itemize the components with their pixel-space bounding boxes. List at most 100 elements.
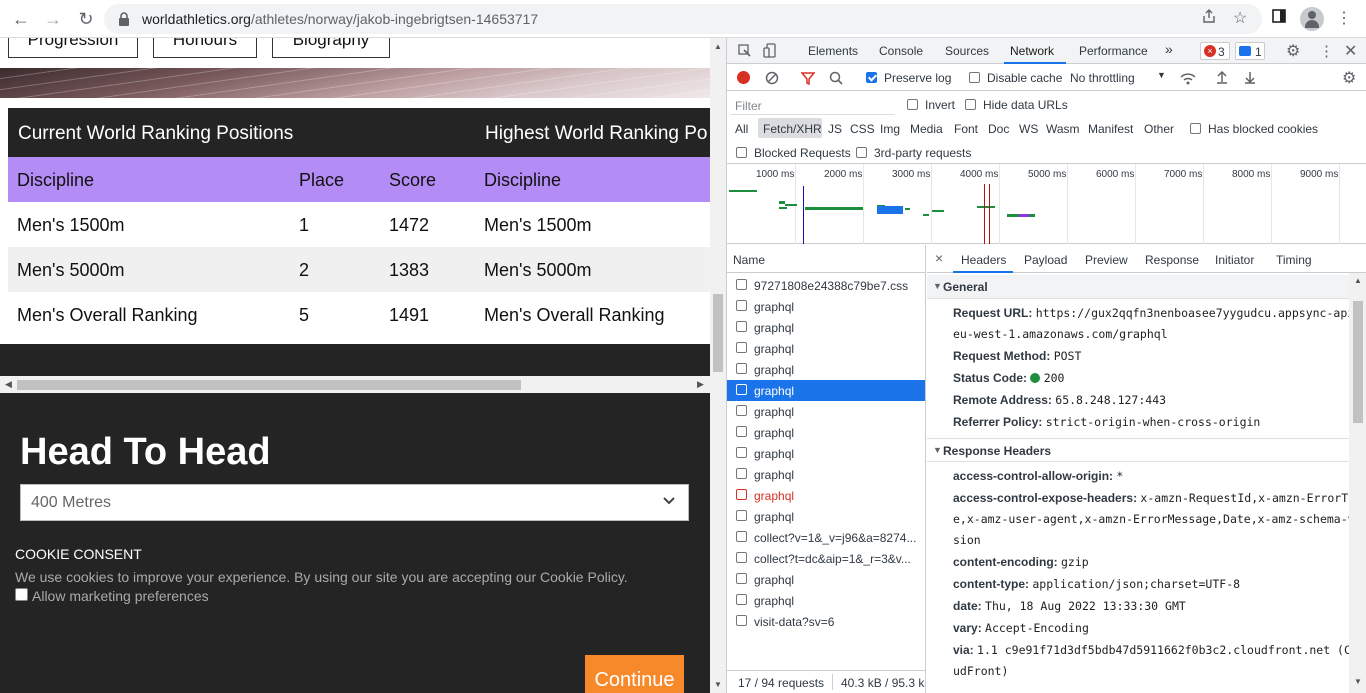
tab-performance[interactable]: Performance [1079,44,1148,58]
network-conditions-icon[interactable] [1179,70,1197,86]
third-party-checkbox[interactable] [856,147,867,158]
list-item[interactable]: graphql [727,422,925,443]
list-item[interactable]: graphql [727,359,925,380]
preserve-log-checkbox[interactable] [866,72,877,83]
list-item[interactable]: graphql [727,338,925,359]
list-item[interactable]: graphql [727,296,925,317]
filter-icon[interactable] [801,71,815,85]
filter-type-all[interactable]: All [735,122,748,136]
side-panel-icon[interactable] [1268,8,1290,30]
back-icon[interactable]: ← [10,8,32,30]
filter-type-css[interactable]: CSS [850,122,875,136]
bookmark-star-icon[interactable]: ☆ [1229,8,1251,30]
tab-timing[interactable]: Timing [1276,253,1312,267]
scrollbar-thumb[interactable] [713,294,723,372]
marketing-preferences-checkbox[interactable] [15,588,28,601]
list-item[interactable]: visit-data?sv=6 [727,611,925,632]
event-select[interactable]: 400 Metres [20,484,689,521]
list-item[interactable]: collect?t=dc&aip=1&_r=3&v... [727,548,925,569]
filter-type-manifest[interactable]: Manifest [1088,122,1133,136]
list-item[interactable]: graphql [727,590,925,611]
tab-honours[interactable]: Honours [153,38,257,58]
close-devtools-icon[interactable]: ✕ [1344,41,1357,61]
list-item[interactable]: graphql [727,464,925,485]
throttling-select[interactable]: No throttling [1070,71,1135,85]
invert-checkbox[interactable] [907,99,918,110]
list-item[interactable]: graphql [727,506,925,527]
detail-vertical-scrollbar[interactable]: ▲ ▼ [1349,273,1366,693]
reload-icon[interactable]: ↻ [75,8,97,30]
general-section-header[interactable]: ▼ General [927,275,1349,299]
filter-type-doc[interactable]: Doc [988,122,1009,136]
tab-response[interactable]: Response [1145,253,1199,267]
preserve-log-label: Preserve log [884,71,952,85]
filter-input[interactable]: Filter [731,95,895,115]
settings-gear-icon[interactable]: ⚙ [1286,41,1300,61]
tab-headers[interactable]: Headers [961,253,1006,267]
tab-initiator[interactable]: Initiator [1215,253,1254,267]
filter-type-js[interactable]: JS [828,122,842,136]
network-settings-gear-icon[interactable]: ⚙ [1342,68,1356,88]
list-item[interactable]: graphql [727,443,925,464]
scroll-up-icon[interactable]: ▲ [714,42,722,51]
forward-icon[interactable]: → [42,8,64,30]
device-toolbar-icon[interactable] [763,43,777,59]
inspect-element-icon[interactable] [738,44,752,58]
disable-cache-checkbox[interactable] [969,72,980,83]
continue-button[interactable]: Continue [585,655,684,693]
list-item-error[interactable]: graphql [727,485,925,506]
list-item-selected[interactable]: graphql [727,380,925,401]
tab-progression[interactable]: Progression [8,38,138,58]
filter-type-media[interactable]: Media [910,122,943,136]
profile-avatar[interactable] [1300,7,1324,31]
search-icon[interactable] [829,71,843,85]
scroll-right-icon[interactable]: ▶ [697,379,704,390]
devtools-menu-icon[interactable]: ⋮ [1319,42,1334,60]
filter-type-ws[interactable]: WS [1019,122,1038,136]
tab-payload[interactable]: Payload [1024,253,1067,267]
page-vertical-scrollbar[interactable]: ▲ ▼ [710,38,726,693]
filter-type-other[interactable]: Other [1144,122,1174,136]
network-overview-timeline[interactable]: 1000 ms 2000 ms 3000 ms 4000 ms 5000 ms … [727,164,1366,244]
close-detail-icon[interactable]: × [935,250,943,266]
tab-console[interactable]: Console [879,44,923,58]
message-counter[interactable]: 1 [1235,42,1265,60]
scrollbar-thumb[interactable] [17,380,521,390]
share-icon[interactable] [1198,8,1220,30]
table-horizontal-scrollbar[interactable]: ◀ ▶ [0,376,710,393]
throttling-dropdown-icon[interactable]: ▼ [1157,70,1166,80]
hide-data-urls-checkbox[interactable] [965,99,976,110]
column-name[interactable]: Name [733,253,765,267]
filter-type-fetch-xhr[interactable]: Fetch/XHR [763,122,822,136]
blocked-requests-checkbox[interactable] [736,147,747,158]
list-item[interactable]: collect?v=1&_v=j96&a=8274... [727,527,925,548]
address-bar[interactable]: worldathletics.org/athletes/norway/jakob… [104,4,1262,34]
tab-biography[interactable]: Biography [272,38,390,58]
header-name: content-type: [953,577,1029,591]
scroll-down-icon[interactable]: ▼ [714,680,722,689]
filter-type-img[interactable]: Img [880,122,900,136]
tab-network[interactable]: Network [1010,44,1054,58]
scrollbar-thumb[interactable] [1353,301,1363,423]
scroll-down-icon[interactable]: ▼ [1354,677,1362,686]
response-headers-section-header[interactable]: ▼ Response Headers [927,438,1349,462]
scroll-up-icon[interactable]: ▲ [1354,276,1362,285]
filter-type-wasm[interactable]: Wasm [1046,122,1080,136]
filter-type-font[interactable]: Font [954,122,978,136]
list-item[interactable]: graphql [727,569,925,590]
tab-elements[interactable]: Elements [808,44,858,58]
record-icon[interactable] [737,71,750,84]
list-item[interactable]: graphql [727,317,925,338]
has-blocked-cookies-checkbox[interactable] [1190,123,1201,134]
clear-icon[interactable] [765,71,779,85]
export-har-icon[interactable] [1243,70,1257,84]
tab-preview[interactable]: Preview [1085,253,1128,267]
error-counter[interactable]: × 3 [1200,42,1230,60]
list-item[interactable]: graphql [727,401,925,422]
tab-sources[interactable]: Sources [945,44,989,58]
import-har-icon[interactable] [1215,70,1229,84]
list-item[interactable]: 97271808e24388c79be7.css [727,275,925,296]
more-tabs-icon[interactable]: » [1165,41,1173,57]
scroll-left-icon[interactable]: ◀ [5,379,12,390]
menu-dots-icon[interactable]: ⋮ [1333,8,1355,30]
